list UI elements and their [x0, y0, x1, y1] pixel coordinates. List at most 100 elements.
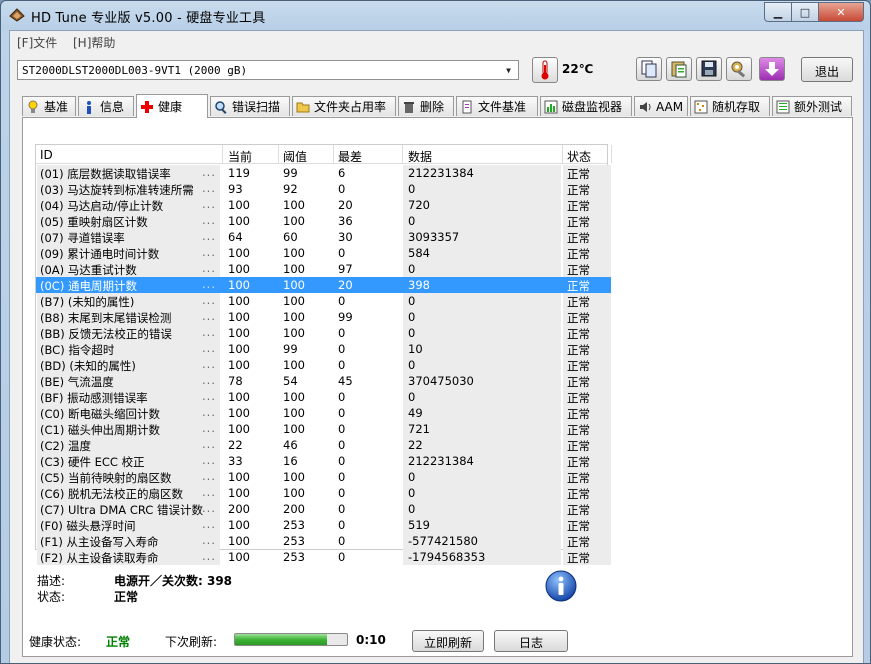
smart-table[interactable]: ID 当前 阈值 最差 数据 状态 (01) 底层数据读取错误率... 119 99…	[35, 144, 612, 565]
tab-info[interactable]: 信息	[78, 96, 134, 116]
table-row[interactable]: (03) 马达旋转到标准转速所需... 93 92 0 0 正常	[36, 181, 611, 197]
save-button[interactable]	[696, 57, 722, 81]
cell-id: (C2) 温度...	[37, 437, 220, 453]
table-row[interactable]: (C5) 当前待映射的扇区数... 100 100 0 0 正常	[36, 469, 611, 485]
chevron-down-icon[interactable]: ▼	[501, 63, 516, 77]
column-header-id[interactable]: ID	[40, 148, 53, 162]
truncation-dots: ...	[202, 309, 216, 323]
table-row[interactable]: (C0) 断电磁头缩回计数... 100 100 0 49 正常	[36, 405, 611, 421]
tab-file-benchmark[interactable]: 文件基准	[456, 96, 538, 116]
copy-text-button[interactable]	[636, 57, 662, 81]
table-row[interactable]: (F1) 从主设备写入寿命... 100 253 0 -577421580 正常	[36, 533, 611, 549]
tab-erase[interactable]: 删除	[398, 96, 454, 116]
log-button[interactable]: 日志	[494, 630, 568, 652]
health-status-label: 健康状态:	[29, 635, 82, 649]
thermometer-button[interactable]	[532, 57, 558, 83]
close-button[interactable]: ✕	[818, 2, 864, 22]
tab-benchmark[interactable]: 基准	[22, 96, 76, 116]
cell-worst: 0	[338, 342, 346, 356]
table-row[interactable]: (C7) Ultra DMA CRC 错误计数... 200 200 0 0 正常	[36, 501, 611, 517]
tab-extra-tests[interactable]: 额外测试	[772, 96, 852, 116]
info-icon[interactable]	[545, 570, 577, 602]
grid-icon	[776, 100, 790, 113]
lightbulb-icon	[28, 100, 38, 113]
red-cross-icon	[141, 100, 153, 113]
column-header-data[interactable]: 数据	[408, 148, 432, 165]
column-header-worst[interactable]: 最差	[338, 148, 362, 165]
tab-aam[interactable]: AAM	[634, 96, 688, 116]
tab-folder-usage[interactable]: 文件夹占用率	[292, 96, 396, 116]
table-row[interactable]: (BD) (未知的属性)... 100 100 0 0 正常	[36, 357, 611, 373]
maximize-button[interactable]: □	[791, 2, 819, 22]
download-button[interactable]	[759, 57, 785, 81]
folder-icon	[296, 102, 310, 112]
table-row[interactable]: (C1) 磁头伸出周期计数... 100 100 0 721 正常	[36, 421, 611, 437]
truncation-dots: ...	[202, 229, 216, 243]
cell-worst: 6	[338, 166, 346, 180]
column-header-threshold[interactable]: 阈值	[283, 148, 307, 165]
table-row[interactable]: (F0) 磁头悬浮时间... 100 253 0 519 正常	[36, 517, 611, 533]
cell-worst: 0	[338, 246, 346, 260]
cell-data: 212231384	[408, 166, 474, 180]
cell-id: (F2) 从主设备读取寿命...	[37, 549, 220, 565]
drive-select[interactable]: ST2000DLST2000DL003-9VT1 (2000 gB) ▼	[17, 60, 519, 80]
data-cell-background	[403, 261, 561, 277]
table-row[interactable]: (BC) 指令超时... 100 99 0 10 正常	[36, 341, 611, 357]
tab-label: 文件夹占用率	[314, 100, 387, 114]
tab-health[interactable]: 健康	[136, 94, 208, 118]
table-row[interactable]: (BE) 气流温度... 78 54 45 370475030 正常	[36, 373, 611, 389]
table-row[interactable]: (04) 马达启动/停止计数... 100 100 20 720 正常	[36, 197, 611, 213]
table-row[interactable]: (B7) (未知的属性)... 100 100 0 0 正常	[36, 293, 611, 309]
cell-cur: 100	[228, 518, 250, 532]
minimize-button[interactable]: ▁	[764, 2, 792, 22]
column-header-status[interactable]: 状态	[567, 148, 591, 165]
tab-error-scan[interactable]: 错误扫描	[210, 96, 290, 116]
cell-worst: 0	[338, 534, 346, 548]
table-row[interactable]: (05) 重映射扇区计数... 100 100 36 0 正常	[36, 213, 611, 229]
table-row[interactable]: (BB) 反馈无法校正的错误... 100 100 0 0 正常	[36, 325, 611, 341]
cell-status: 正常	[567, 247, 590, 261]
cell-worst: 0	[338, 326, 346, 340]
cell-worst: 0	[338, 390, 346, 404]
table-row[interactable]: (07) 寻道错误率... 64 60 30 3093357 正常	[36, 229, 611, 245]
copy-image-button[interactable]	[666, 57, 692, 81]
exit-button[interactable]: 退出	[801, 57, 853, 82]
menu-help[interactable]: [H]帮助	[73, 34, 115, 51]
cell-status: 正常	[567, 375, 590, 389]
data-cell-background	[403, 341, 561, 357]
table-row[interactable]: (C3) 硬件 ECC 校正... 33 16 0 212231384 正常	[36, 453, 611, 469]
tab-random-access[interactable]: 随机存取	[690, 96, 770, 116]
cell-cur: 78	[228, 374, 243, 388]
cell-thr: 100	[283, 326, 305, 340]
table-row[interactable]: (0C) 通电周期计数... 100 100 20 398 正常	[36, 277, 611, 293]
table-row[interactable]: (F2) 从主设备读取寿命... 100 253 0 -1794568353 正常	[36, 549, 611, 565]
cell-status: 正常	[567, 295, 590, 309]
data-cell-background	[403, 405, 561, 421]
attribute-name: (09) 累计通电时间计数	[40, 247, 160, 261]
table-row[interactable]: (BF) 振动感测错误率... 100 100 0 0 正常	[36, 389, 611, 405]
cell-worst: 0	[338, 502, 346, 516]
table-row[interactable]: (0A) 马达重试计数... 100 100 97 0 正常	[36, 261, 611, 277]
table-row[interactable]: (B8) 末尾到末尾错误检测... 100 100 99 0 正常	[36, 309, 611, 325]
cell-data: 0	[408, 294, 416, 308]
tab-disk-monitor[interactable]: 磁盘监视器	[540, 96, 632, 116]
menu-file[interactable]: [F]文件	[17, 34, 57, 51]
options-button[interactable]	[726, 57, 752, 81]
status-footer: 健康状态: 正常 下次刷新: 0:10 立即刷新 日志	[10, 623, 863, 663]
cell-id: (BE) 气流温度...	[37, 373, 220, 389]
cell-data: 212231384	[408, 454, 474, 468]
table-row[interactable]: (09) 累计通电时间计数... 100 100 0 584 正常	[36, 245, 611, 261]
refresh-now-button[interactable]: 立即刷新	[412, 630, 484, 652]
table-row[interactable]: (01) 底层数据读取错误率... 119 99 6 212231384 正常	[36, 165, 611, 181]
cell-status: 正常	[567, 503, 590, 517]
tab-label: 基准	[44, 100, 69, 114]
title-bar[interactable]: HD Tune 专业版 v5.00 - 硬盘专业工具 ▁ □ ✕	[1, 1, 870, 29]
column-header-current[interactable]: 当前	[228, 148, 252, 165]
table-row[interactable]: (C6) 脱机无法校正的扇区数... 100 100 0 0 正常	[36, 485, 611, 501]
cell-status: 正常	[567, 183, 590, 197]
refresh-progress-bar	[234, 633, 348, 646]
cell-id: (09) 累计通电时间计数...	[37, 245, 220, 261]
cell-cur: 100	[228, 262, 250, 276]
table-row[interactable]: (C2) 温度... 22 46 0 22 正常	[36, 437, 611, 453]
cell-data: 3093357	[408, 230, 460, 244]
